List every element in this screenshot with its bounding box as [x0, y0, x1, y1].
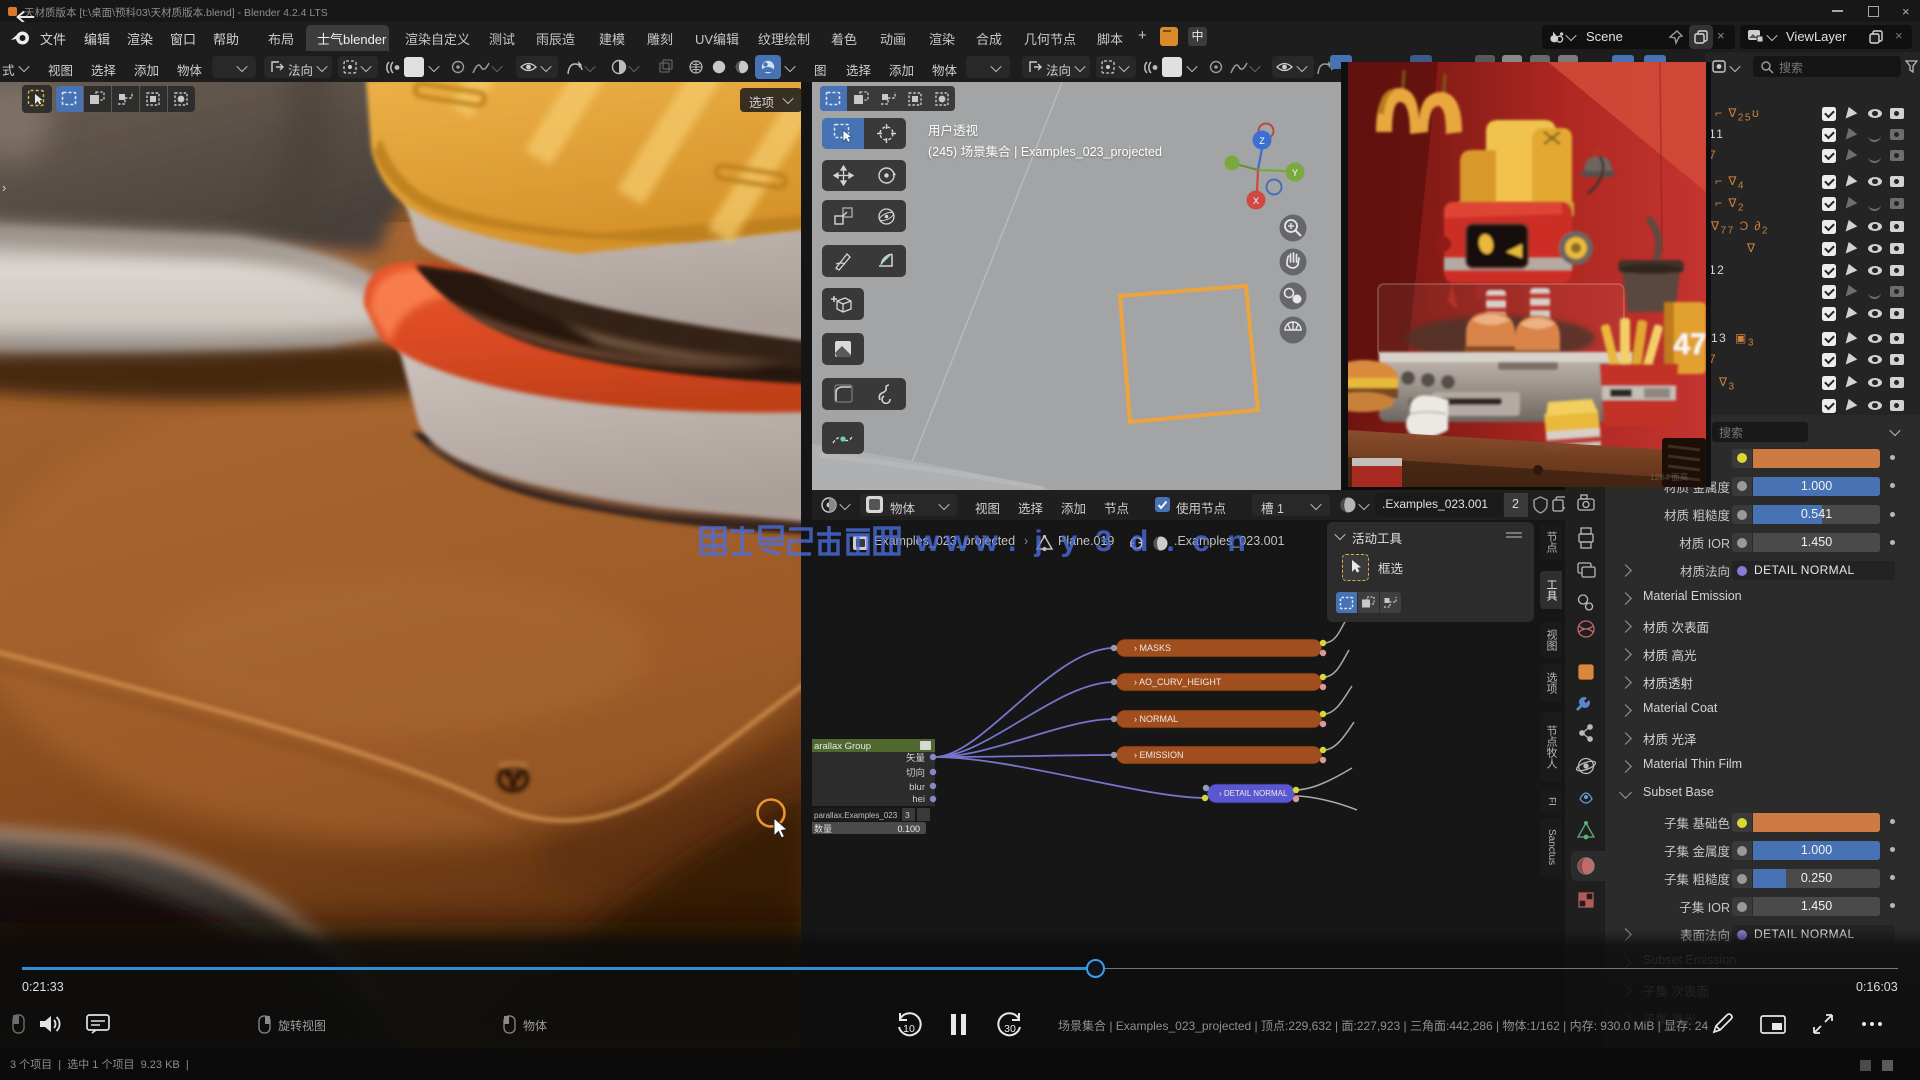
svg-text:数量: 数量: [814, 823, 832, 834]
svg-text:47: 47: [1673, 328, 1706, 361]
svg-text:› AO_CURV_HEIGHT: › AO_CURV_HEIGHT: [1134, 677, 1222, 687]
svg-text:www: www: [915, 525, 1004, 558]
svg-text:blur: blur: [909, 782, 925, 793]
svg-text:parallax.Examples_023: parallax.Examples_023: [814, 811, 898, 820]
svg-text:› MASKS: › MASKS: [1134, 643, 1171, 653]
svg-text:hei: hei: [912, 794, 925, 805]
svg-text:arallax Group: arallax Group: [814, 741, 871, 752]
svg-text:.jy3d.cn: .jy3d.cn: [1008, 525, 1258, 558]
svg-text:1284 面高: 1284 面高: [1650, 472, 1688, 482]
svg-text:0.100: 0.100: [897, 824, 920, 834]
svg-text:矢量: 矢量: [906, 752, 926, 764]
svg-text:› NORMAL: › NORMAL: [1134, 714, 1178, 724]
svg-text:› EMISSION: › EMISSION: [1134, 750, 1184, 760]
svg-text:10: 10: [903, 1023, 915, 1035]
svg-text:3: 3: [905, 810, 910, 820]
svg-text:切向: 切向: [906, 767, 925, 779]
svg-text:Z: Z: [1259, 136, 1265, 146]
svg-text:› DETAIL NORMAL: › DETAIL NORMAL: [1219, 789, 1288, 798]
svg-text:X: X: [1253, 196, 1259, 206]
svg-text:Y: Y: [1292, 168, 1298, 178]
svg-text:30: 30: [1004, 1023, 1016, 1035]
